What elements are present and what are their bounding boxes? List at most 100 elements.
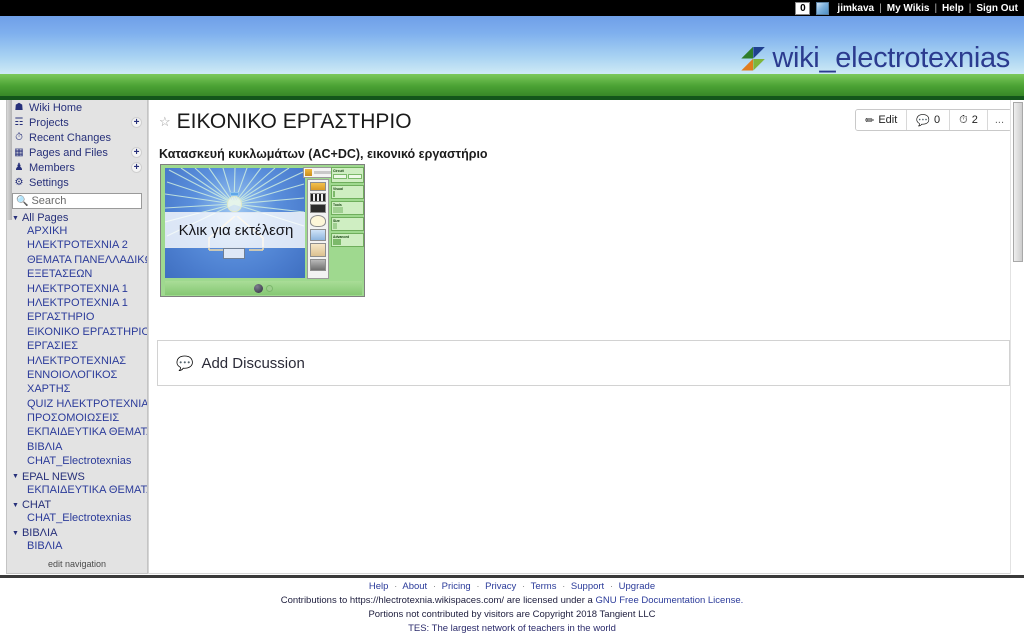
- resistor-tool-icon[interactable]: [310, 193, 326, 202]
- footer-pricing-link[interactable]: Pricing: [442, 581, 471, 592]
- panel-group-size: Size: [331, 217, 364, 231]
- history-button[interactable]: ⏱ 2: [950, 110, 988, 130]
- page-scrollbar[interactable]: [1010, 100, 1024, 574]
- list-item[interactable]: QUIZ ΗΛΕΚΤΡΟΤΕΧΝΙΑΣ: [7, 398, 147, 412]
- list-item[interactable]: ΕΞΕΤΑΣΕΩΝ: [7, 268, 147, 282]
- footer-privacy-link[interactable]: Privacy: [485, 581, 516, 592]
- battery-tool-icon[interactable]: [310, 182, 326, 191]
- footer-terms-link[interactable]: Terms: [531, 581, 557, 592]
- group-title: Circuit: [333, 169, 344, 173]
- simulator-file-button[interactable]: [303, 167, 333, 178]
- notification-badge[interactable]: 0: [795, 1, 811, 15]
- hand-tool-icon[interactable]: [310, 243, 326, 257]
- footer: Help · About · Pricing · Privacy · Terms…: [0, 580, 1024, 640]
- sidebar-item-pages-and-files[interactable]: ▦ Pages and Files +: [7, 145, 147, 160]
- sidebar-section-epal-news[interactable]: ▼ EPAL NEWS: [7, 470, 147, 484]
- list-item[interactable]: ΗΛΕΚΤΡΟΤΕΧΝΙΑ 1: [7, 297, 147, 311]
- sidebar-item-label: Recent Changes: [29, 131, 111, 144]
- global-top-bar: 0 jimkava | My Wikis | Help | Sign Out: [0, 0, 1024, 16]
- list-item[interactable]: ΒΙΒΛΙΑ: [7, 441, 147, 455]
- load-button[interactable]: [348, 174, 362, 179]
- list-item[interactable]: ΠΡΟΣΟΜΟΙΩΣΕΙΣ: [7, 412, 147, 426]
- footer-help-link[interactable]: Help: [369, 581, 389, 592]
- sidebar-section-all-pages[interactable]: ▼ All Pages: [7, 211, 147, 225]
- list-item[interactable]: ΒΙΒΛΙΑ: [7, 540, 147, 554]
- simulator-tool-palette[interactable]: [307, 179, 329, 279]
- add-discussion-button[interactable]: 💬 Add Discussion: [157, 340, 1010, 386]
- chevron-down-icon: ▼: [12, 473, 19, 481]
- lifelike-toggle[interactable]: [333, 191, 335, 197]
- page-title: ΕΙΚΟΝΙΚΟ ΕΡΓΑΣΤΗΡΙΟ: [176, 110, 412, 133]
- list-item[interactable]: CHAT_Electrotexnias: [7, 512, 147, 526]
- circuit-simulator-embed[interactable]: Κλικ για εκτέλεση Circuit Visual Tools S…: [160, 164, 365, 297]
- list-item[interactable]: ΕΡΓΑΣΙΕΣ: [7, 340, 147, 354]
- wire-tool-icon[interactable]: [310, 204, 326, 213]
- group-title: Size: [333, 219, 340, 223]
- button-fill: [314, 171, 332, 174]
- list-item[interactable]: ΧΑΡΤΗΣ: [7, 383, 147, 397]
- comments-button[interactable]: 💬 0: [907, 110, 951, 130]
- bulb-tool-icon[interactable]: [310, 215, 326, 227]
- comments-count: 0: [933, 114, 941, 126]
- play-icon[interactable]: [254, 283, 263, 293]
- footer-links-row: Help · About · Pricing · Privacy · Terms…: [0, 580, 1024, 594]
- username-link[interactable]: jimkava: [837, 3, 874, 14]
- sidebar-item-label: Wiki Home: [29, 101, 83, 114]
- help-link[interactable]: Help: [942, 3, 964, 14]
- list-item[interactable]: ΕΚΠΑΙΔΕΥΤΙΚΑ ΘΕΜΑΤΑ: [7, 484, 147, 498]
- meter-graphic: [223, 248, 245, 259]
- save-button[interactable]: [333, 174, 347, 179]
- list-item[interactable]: ΑΡΧΙΚΗ: [7, 225, 147, 239]
- footer-about-link[interactable]: About: [402, 581, 427, 592]
- wiki-name-label: wiki_electrotexnias: [772, 42, 1010, 74]
- list-item[interactable]: ΕΚΠΑΙΔΕΥΤΙΚΑ ΘΕΜΑΤΑ: [7, 426, 147, 440]
- large-circuit-option[interactable]: [341, 207, 343, 213]
- sidebar-item-members[interactable]: ♟ Members +: [7, 160, 147, 175]
- my-wikis-link[interactable]: My Wikis: [887, 3, 930, 14]
- list-item[interactable]: ΕΝΝΟΙΟΛΟΓΙΚΟΣ: [7, 369, 147, 383]
- list-item[interactable]: ΗΛΕΚΤΡΟΤΕΧΝΙΑ 2: [7, 239, 147, 253]
- simulator-control-panel[interactable]: Circuit Visual Tools Size Advanced: [331, 167, 364, 293]
- gnu-license-link[interactable]: GNU Free Documentation License.: [595, 595, 743, 606]
- topbar-separator-2: |: [934, 2, 938, 14]
- sidebar-item-wiki-home[interactable]: ☗ Wiki Home: [7, 100, 147, 115]
- search-input[interactable]: 🔍 Search: [12, 193, 142, 209]
- list-item[interactable]: ΗΛΕΚΤΡΟΤΕΧΝΙΑ 1: [7, 283, 147, 297]
- page-scrollbar-thumb[interactable]: [1013, 102, 1023, 262]
- footer-divider: [0, 575, 1024, 578]
- list-item[interactable]: ΘΕΜΑΤΑ ΠΑΝΕΛΛΑΔΙΚΩΝ: [7, 254, 147, 268]
- edit-navigation-link[interactable]: edit navigation: [7, 559, 147, 569]
- sidebar-item-projects[interactable]: ☶ Projects +: [7, 115, 147, 130]
- panel-group-visual: Visual: [331, 185, 364, 199]
- click-to-run-overlay[interactable]: Κλικ για εκτέλεση: [165, 212, 305, 248]
- simulator-stage: Κλικ για εκτέλεση: [165, 168, 305, 278]
- sidebar-section-biblia[interactable]: ▼ ΒΙΒΛΙΑ: [7, 526, 147, 540]
- avatar[interactable]: [816, 1, 830, 15]
- help-button[interactable]: [339, 239, 341, 245]
- wiki-header-banner: wiki_electrotexnias: [0, 16, 1024, 100]
- list-item[interactable]: ΕΙΚΟΝΙΚΟ ΕΡΓΑΣΤΗΡΙΟ: [7, 326, 147, 340]
- wiki-title[interactable]: wiki_electrotexnias: [740, 42, 1010, 75]
- add-member-button[interactable]: +: [131, 162, 142, 173]
- footer-upgrade-link[interactable]: Upgrade: [619, 581, 655, 592]
- edit-button[interactable]: ✏ Edit: [856, 110, 908, 130]
- sign-out-link[interactable]: Sign Out: [976, 3, 1018, 14]
- size-out-option[interactable]: [335, 223, 337, 229]
- add-page-button[interactable]: +: [131, 147, 142, 158]
- star-icon[interactable]: ☆: [159, 114, 171, 130]
- lamp-glass: [227, 196, 242, 212]
- list-item[interactable]: ΕΡΓΑΣΤΗΡΙΟ: [7, 311, 147, 325]
- list-item[interactable]: ΗΛΕΚΤΡΟΤΕΧΝΙΑΣ: [7, 355, 147, 369]
- footer-support-link[interactable]: Support: [571, 581, 604, 592]
- footer-sep: ·: [609, 581, 614, 592]
- sidebar-item-settings[interactable]: ⚙ Settings: [7, 175, 147, 190]
- pencil-icon: ✏: [865, 114, 875, 127]
- more-options-button[interactable]: ...: [987, 110, 1011, 130]
- footer-sep: ·: [476, 581, 480, 592]
- sidebar-item-recent-changes[interactable]: ⏱ Recent Changes: [7, 130, 147, 145]
- list-item[interactable]: CHAT_Electrotexnias: [7, 455, 147, 469]
- trash-tool-icon[interactable]: [310, 259, 326, 271]
- add-project-button[interactable]: +: [131, 117, 142, 128]
- sidebar-section-chat[interactable]: ▼ CHAT: [7, 498, 147, 512]
- switch-tool-icon[interactable]: [310, 229, 326, 241]
